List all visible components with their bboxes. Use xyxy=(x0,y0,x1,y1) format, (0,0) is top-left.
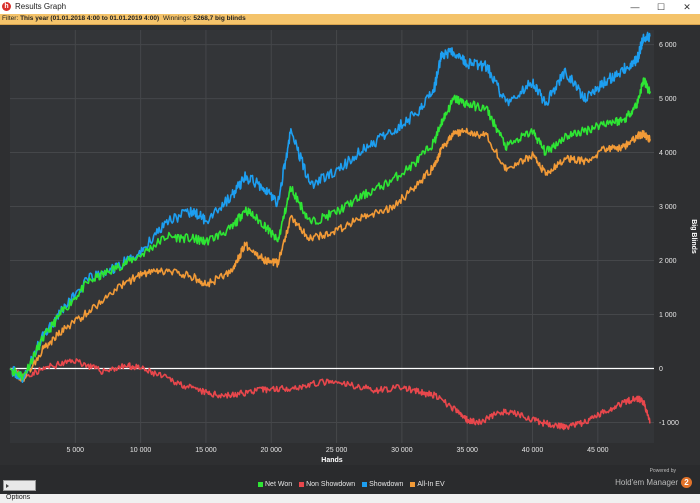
x-tick-label: 35 000 xyxy=(456,447,478,454)
legend-label: Showdown xyxy=(369,481,404,488)
winnings-value: 5268,7 big blinds xyxy=(193,15,246,22)
legend-label: All-In EV xyxy=(417,481,445,488)
legend-item-all-in-ev[interactable]: All-In EV xyxy=(410,481,445,488)
legend-label: Net Won xyxy=(265,481,293,488)
y-tick-label: 0 xyxy=(659,366,663,373)
x-tick-label: 30 000 xyxy=(391,447,413,454)
x-tick-label: 5 000 xyxy=(67,447,85,454)
y-tick-label: 6 000 xyxy=(659,42,677,49)
x-tick-label: 15 000 xyxy=(195,447,217,454)
filter-value[interactable]: This year (01.01.2018 4:00 to 01.01.2019… xyxy=(20,14,159,24)
legend-label: Non Showdown xyxy=(306,481,356,488)
close-button[interactable]: ✕ xyxy=(674,0,700,14)
logo-name: Hold'em Manager xyxy=(615,477,678,487)
legend-swatch xyxy=(258,481,263,487)
window-title: Results Graph xyxy=(15,2,67,11)
legend-item-showdown[interactable]: Showdown xyxy=(362,481,403,488)
powered-by-text: Powered by xyxy=(649,468,676,474)
legend-swatch xyxy=(299,481,305,487)
y-tick-label: 2 000 xyxy=(659,258,677,265)
expand-caret-icon xyxy=(6,484,9,489)
legend-swatch xyxy=(362,481,368,487)
y-tick-label: -1 000 xyxy=(659,420,679,427)
filter-bar: Filter: This year (01.01.2018 4:00 to 01… xyxy=(0,14,700,25)
legend-item-net-won[interactable]: Net Won xyxy=(258,481,292,488)
app-logo-icon: h xyxy=(2,2,11,11)
y-tick-label: 1 000 xyxy=(659,312,677,319)
results-chart: 5 000 10 000 15 000 20 000 25 000 30 000 35 00… xyxy=(0,25,700,465)
x-tick-label: 25 000 xyxy=(326,447,348,454)
x-axis-title: Hands xyxy=(321,457,343,464)
y-tick-label: 3 000 xyxy=(659,204,677,211)
options-button[interactable]: Options xyxy=(3,480,36,501)
x-tick-label: 40 000 xyxy=(522,447,544,454)
bottom-bar: Options Net Won Non Showdown Showdown All-I… xyxy=(0,465,700,501)
y-axis-title: Big Blinds xyxy=(690,219,697,254)
legend-item-non-showdown[interactable]: Non Showdown xyxy=(299,481,355,488)
legend-swatch xyxy=(410,481,416,487)
hm2-badge-icon: 2 xyxy=(681,477,692,489)
window-titlebar: h Results Graph — ☐ ✕ xyxy=(0,0,700,15)
y-tick-label: 4 000 xyxy=(659,150,677,157)
filter-label: Filter: xyxy=(2,15,19,22)
options-label: Options xyxy=(6,494,31,501)
y-tick-label: 5 000 xyxy=(659,96,677,103)
winnings-label: Winnings: xyxy=(163,15,192,22)
x-tick-label: 20 000 xyxy=(261,447,283,454)
powered-by-logo: Powered by Hold'em Manager 2 xyxy=(615,468,692,492)
minimize-button[interactable]: — xyxy=(622,0,648,14)
x-tick-label: 45 000 xyxy=(587,447,609,454)
chart-legend: Net Won Non Showdown Showdown All-In EV xyxy=(258,481,452,488)
x-tick-label: 10 000 xyxy=(130,447,152,454)
chart-svg: 5 000 10 000 15 000 20 000 25 000 30 000 35 00… xyxy=(9,30,697,464)
maximize-button[interactable]: ☐ xyxy=(648,0,674,14)
